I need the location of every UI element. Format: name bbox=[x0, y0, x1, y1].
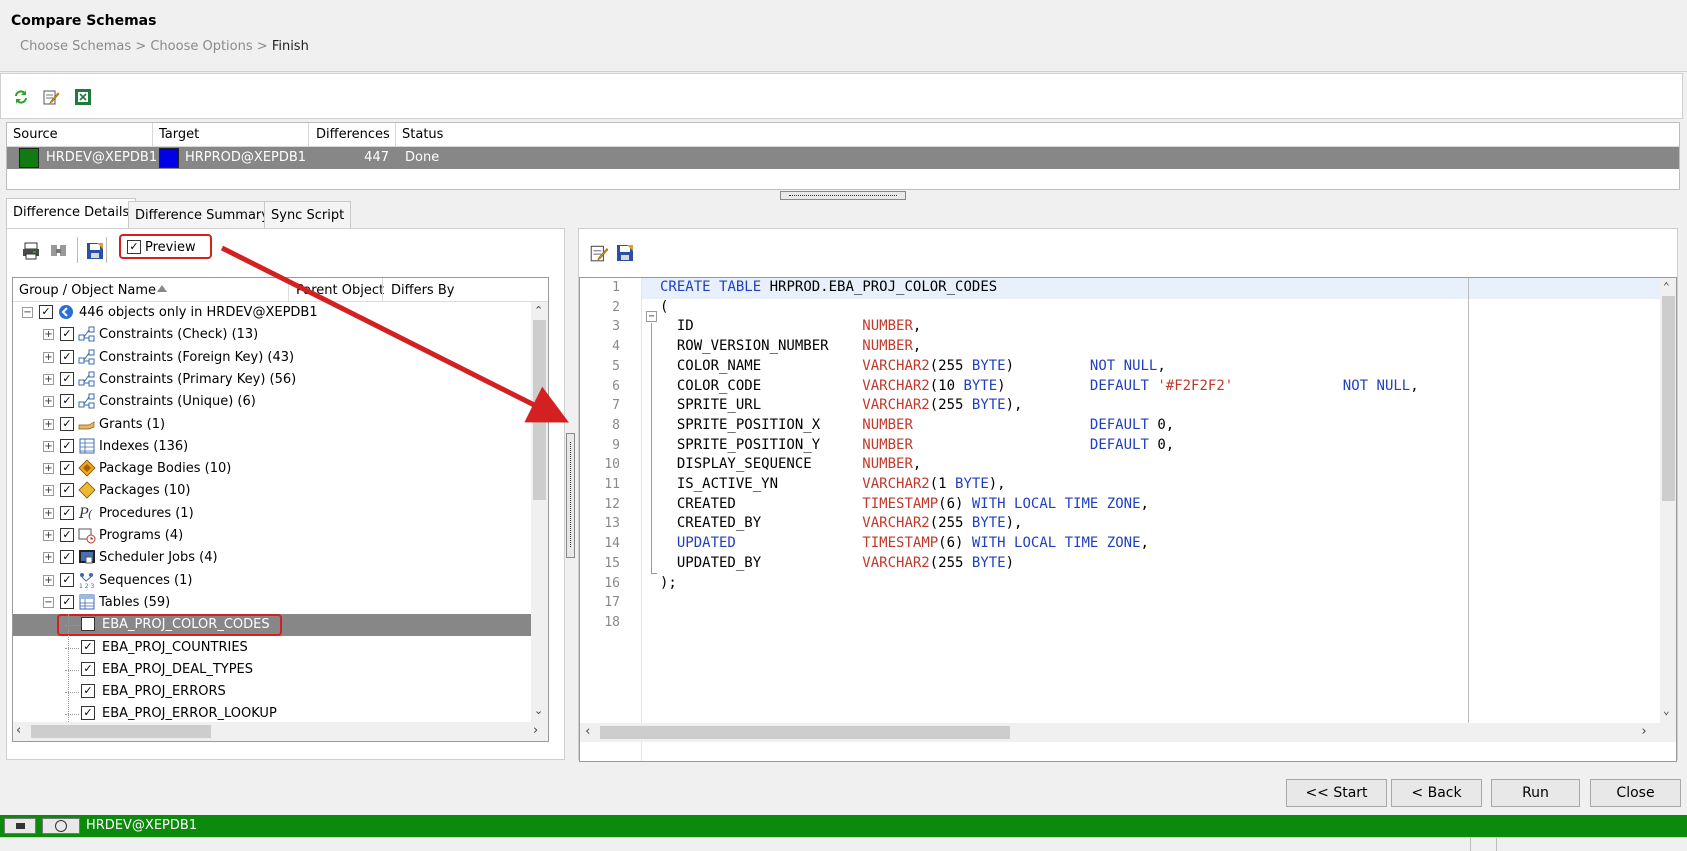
status-bar: HRDEV@XEPDB1 bbox=[0, 815, 1687, 837]
close-button[interactable]: Close bbox=[1590, 779, 1681, 807]
annotation-arrow bbox=[220, 245, 569, 423]
run-button[interactable]: Run bbox=[1491, 779, 1580, 807]
monitor-icon[interactable] bbox=[4, 818, 36, 834]
start-button[interactable]: << Start bbox=[1286, 779, 1387, 807]
clock-icon[interactable] bbox=[42, 818, 80, 834]
status-connection: HRDEV@XEPDB1 bbox=[86, 818, 198, 833]
back-button[interactable]: < Back bbox=[1391, 779, 1482, 807]
bottom-strip bbox=[0, 837, 1687, 851]
